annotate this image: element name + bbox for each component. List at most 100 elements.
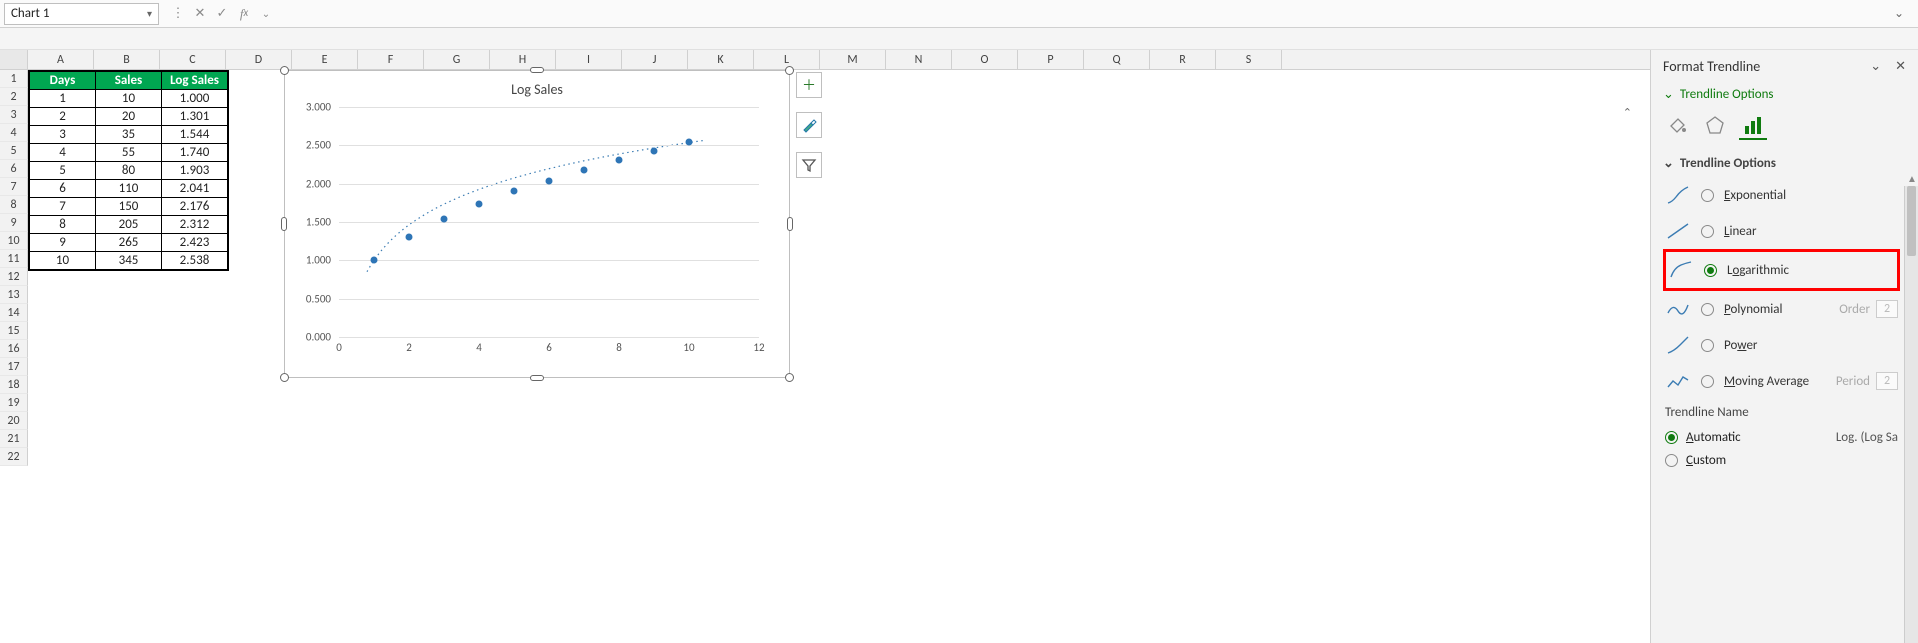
row-header[interactable]: 4 bbox=[0, 124, 28, 142]
table-cell[interactable]: 10 bbox=[96, 90, 162, 108]
chart-elements-button[interactable]: ＋ bbox=[796, 72, 822, 98]
resize-handle[interactable] bbox=[787, 217, 793, 231]
row-header[interactable]: 22 bbox=[0, 448, 28, 466]
radio-automatic[interactable] bbox=[1665, 431, 1678, 444]
column-header[interactable]: N bbox=[886, 50, 952, 69]
table-cell[interactable]: 1.740 bbox=[162, 144, 228, 162]
option-linear[interactable]: Linear bbox=[1663, 213, 1900, 249]
column-header[interactable]: I bbox=[556, 50, 622, 69]
column-header[interactable]: K bbox=[688, 50, 754, 69]
data-point[interactable] bbox=[371, 257, 378, 264]
row-header[interactable]: 6 bbox=[0, 160, 28, 178]
data-point[interactable] bbox=[686, 139, 693, 146]
table-cell[interactable]: 150 bbox=[96, 198, 162, 216]
data-point[interactable] bbox=[546, 177, 553, 184]
table-cell[interactable]: 35 bbox=[96, 126, 162, 144]
table-cell[interactable]: 1.903 bbox=[162, 162, 228, 180]
data-point[interactable] bbox=[651, 148, 658, 155]
resize-handle[interactable] bbox=[785, 66, 794, 75]
accept-icon[interactable]: ✓ bbox=[213, 6, 231, 21]
table-cell[interactable]: 110 bbox=[96, 180, 162, 198]
data-table[interactable]: DaysSalesLog Sales 1101.0002201.3013351.… bbox=[28, 70, 229, 271]
table-cell[interactable]: 10 bbox=[30, 252, 96, 270]
column-header[interactable]: P bbox=[1018, 50, 1084, 69]
resize-handle[interactable] bbox=[280, 66, 289, 75]
row-header[interactable]: 9 bbox=[0, 214, 28, 232]
table-header[interactable]: Days bbox=[30, 72, 96, 90]
radio-logarithmic[interactable] bbox=[1704, 264, 1717, 277]
option-exponential[interactable]: Exponential bbox=[1663, 177, 1900, 213]
trendline-options-tab[interactable] bbox=[1739, 112, 1767, 140]
pane-scrollbar[interactable]: ▲ bbox=[1904, 186, 1918, 643]
row-header[interactable]: 10 bbox=[0, 232, 28, 250]
table-cell[interactable]: 7 bbox=[30, 198, 96, 216]
table-cell[interactable]: 2.041 bbox=[162, 180, 228, 198]
radio-exponential[interactable] bbox=[1701, 189, 1714, 202]
column-header[interactable]: G bbox=[424, 50, 490, 69]
row-header[interactable]: 11 bbox=[0, 250, 28, 268]
fill-line-tab[interactable] bbox=[1663, 112, 1691, 140]
table-cell[interactable]: 4 bbox=[30, 144, 96, 162]
chart-title[interactable]: Log Sales bbox=[285, 71, 789, 98]
collapse-ribbon-icon[interactable]: ⌃ bbox=[1623, 106, 1632, 119]
section-header[interactable]: ⌄ Trendline Options bbox=[1663, 156, 1900, 171]
effects-tab[interactable] bbox=[1701, 112, 1729, 140]
row-header[interactable]: 8 bbox=[0, 196, 28, 214]
table-cell[interactable]: 3 bbox=[30, 126, 96, 144]
scroll-up-icon[interactable]: ▲ bbox=[1907, 172, 1917, 185]
chevron-down-icon[interactable]: ⌄ bbox=[1870, 59, 1881, 74]
table-cell[interactable]: 20 bbox=[96, 108, 162, 126]
option-power[interactable]: Power bbox=[1663, 327, 1900, 363]
table-cell[interactable]: 55 bbox=[96, 144, 162, 162]
option-polynomial[interactable]: Polynomial Order bbox=[1663, 291, 1900, 327]
table-cell[interactable]: 1.544 bbox=[162, 126, 228, 144]
table-cell[interactable]: 2.538 bbox=[162, 252, 228, 270]
column-header[interactable]: M bbox=[820, 50, 886, 69]
row-header[interactable]: 1 bbox=[0, 70, 28, 88]
column-header[interactable]: B bbox=[94, 50, 160, 69]
column-header[interactable]: O bbox=[952, 50, 1018, 69]
row-header[interactable]: 15 bbox=[0, 322, 28, 340]
worksheet[interactable]: /*placeholder*/ ABCDEFGHIJKLMNOPQRS 1234… bbox=[0, 50, 1650, 643]
row-header[interactable]: 16 bbox=[0, 340, 28, 358]
column-header[interactable]: R bbox=[1150, 50, 1216, 69]
radio-polynomial[interactable] bbox=[1701, 303, 1714, 316]
table-cell[interactable]: 2.312 bbox=[162, 216, 228, 234]
resize-handle[interactable] bbox=[281, 217, 287, 231]
column-header[interactable]: S bbox=[1216, 50, 1282, 69]
option-logarithmic[interactable]: Logarithmic bbox=[1663, 249, 1900, 291]
table-cell[interactable]: 1.000 bbox=[162, 90, 228, 108]
column-header[interactable]: F bbox=[358, 50, 424, 69]
table-cell[interactable]: 205 bbox=[96, 216, 162, 234]
data-point[interactable] bbox=[581, 167, 588, 174]
select-all-corner[interactable] bbox=[0, 50, 28, 69]
table-cell[interactable]: 2.423 bbox=[162, 234, 228, 252]
table-cell[interactable]: 265 bbox=[96, 234, 162, 252]
table-header[interactable]: Sales bbox=[96, 72, 162, 90]
table-cell[interactable]: 5 bbox=[30, 162, 96, 180]
table-cell[interactable]: 6 bbox=[30, 180, 96, 198]
data-point[interactable] bbox=[476, 200, 483, 207]
name-box[interactable]: Chart 1 ▾ bbox=[4, 3, 159, 25]
table-cell[interactable]: 2 bbox=[30, 108, 96, 126]
chart-object[interactable]: Log Sales 0.0000.5001.0001.5002.0002.500… bbox=[284, 70, 790, 378]
radio-moving-average[interactable] bbox=[1701, 375, 1714, 388]
radio-power[interactable] bbox=[1701, 339, 1714, 352]
row-header[interactable]: 14 bbox=[0, 304, 28, 322]
resize-handle[interactable] bbox=[785, 373, 794, 382]
table-cell[interactable]: 1.301 bbox=[162, 108, 228, 126]
plot-area[interactable]: 0.0000.5001.0001.5002.0002.5003.00002468… bbox=[339, 107, 759, 337]
row-header[interactable]: 18 bbox=[0, 376, 28, 394]
row-header[interactable]: 12 bbox=[0, 268, 28, 286]
chart-styles-button[interactable] bbox=[796, 112, 822, 138]
resize-handle[interactable] bbox=[280, 373, 289, 382]
expand-formula-bar-icon[interactable]: ⌄ bbox=[1884, 6, 1914, 21]
column-header[interactable]: E bbox=[292, 50, 358, 69]
radio-custom[interactable] bbox=[1665, 454, 1678, 467]
data-point[interactable] bbox=[511, 188, 518, 195]
row-header[interactable]: 13 bbox=[0, 286, 28, 304]
data-point[interactable] bbox=[406, 234, 413, 241]
row-header[interactable]: 20 bbox=[0, 412, 28, 430]
column-header[interactable]: C bbox=[160, 50, 226, 69]
cancel-icon[interactable]: ✕ bbox=[191, 6, 209, 21]
